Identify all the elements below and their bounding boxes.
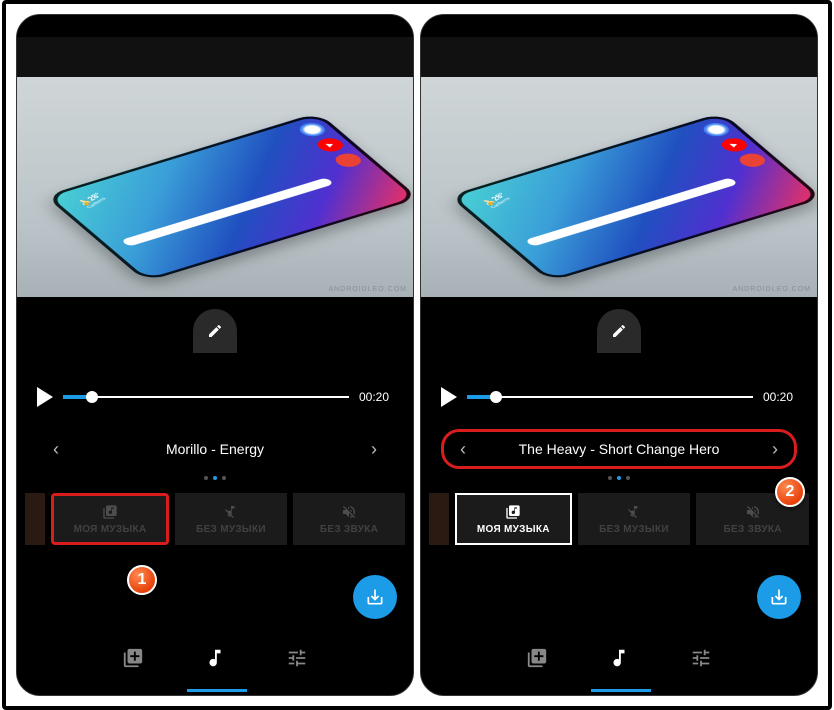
volume-off-icon: [341, 504, 357, 520]
my-music-card[interactable]: МОЯ МУЗЫКА: [455, 493, 572, 545]
tab-adjust[interactable]: [690, 647, 712, 669]
pencil-icon: [611, 323, 627, 339]
tab-music[interactable]: [608, 647, 630, 669]
page-dots: [421, 471, 817, 485]
library-music-icon: [505, 504, 521, 520]
library-music-icon: [102, 504, 118, 520]
music-source-row: МОЯ МУЗЫКА БЕЗ МУЗЫКИ БЕЗ ЗВУКА: [421, 485, 817, 545]
song-title: Morillo - Energy: [166, 441, 264, 457]
song-selector: ‹ Morillo - Energy ›: [37, 429, 393, 469]
card-label: БЕЗ МУЗЫКИ: [196, 524, 266, 535]
comparison-container: 🍌28°Canberra ANDROIDLEO.COM 00:20 ‹ Mori…: [2, 0, 832, 710]
timeline: 00:20: [421, 377, 817, 417]
edit-row: [17, 297, 413, 377]
app-header: [17, 37, 413, 77]
video-preview[interactable]: 🍌28°Canberra ANDROIDLEO.COM: [17, 77, 413, 297]
card-label: МОЯ МУЗЫКА: [477, 524, 550, 535]
callout-badge-1: 1: [127, 565, 157, 595]
song-selector: ‹ The Heavy - Short Change Hero ›: [441, 429, 797, 469]
card-label: МОЯ МУЗЫКА: [74, 524, 147, 535]
next-song-button[interactable]: ›: [760, 439, 790, 460]
callout-badge-2: 2: [775, 477, 805, 507]
tab-adjust[interactable]: [286, 647, 308, 669]
save-fab[interactable]: [757, 575, 801, 619]
timeline: 00:20: [17, 377, 413, 417]
card-edge: [429, 493, 449, 545]
save-icon: [769, 587, 789, 607]
seek-track[interactable]: [63, 396, 349, 398]
status-bar: [17, 15, 413, 37]
edit-row: [421, 297, 817, 377]
save-icon: [365, 587, 385, 607]
no-music-card[interactable]: БЕЗ МУЗЫКИ: [578, 493, 691, 545]
page-dots: [17, 471, 413, 485]
prev-song-button[interactable]: ‹: [41, 439, 71, 460]
play-button[interactable]: [37, 387, 53, 407]
status-bar: [421, 15, 817, 37]
tab-indicator: [421, 689, 817, 695]
seek-thumb[interactable]: [490, 391, 502, 403]
music-off-icon: [223, 504, 239, 520]
phone-right: 🍌28°Canberra ANDROIDLEO.COM 00:20 ‹ The …: [420, 14, 818, 696]
phone-left: 🍌28°Canberra ANDROIDLEO.COM 00:20 ‹ Mori…: [16, 14, 414, 696]
music-source-row: МОЯ МУЗЫКА БЕЗ МУЗЫКИ БЕЗ ЗВУКА: [17, 485, 413, 545]
edit-button[interactable]: [193, 309, 237, 353]
card-edge: [25, 493, 45, 545]
volume-off-icon: [745, 504, 761, 520]
tab-add-clip[interactable]: [526, 647, 548, 669]
pencil-icon: [207, 323, 223, 339]
prev-song-button[interactable]: ‹: [448, 439, 478, 460]
mute-card[interactable]: БЕЗ ЗВУКА: [293, 493, 405, 545]
card-label: БЕЗ МУЗЫКИ: [599, 524, 669, 535]
tab-music[interactable]: [204, 647, 226, 669]
watermark: ANDROIDLEO.COM: [732, 286, 811, 293]
duration-label: 00:20: [359, 390, 389, 404]
bottom-tabs: [421, 627, 817, 695]
tab-add-clip[interactable]: [122, 647, 144, 669]
video-preview[interactable]: 🍌28°Canberra ANDROIDLEO.COM: [421, 77, 817, 297]
music-off-icon: [626, 504, 642, 520]
seek-track[interactable]: [467, 396, 753, 398]
card-label: БЕЗ ЗВУКА: [724, 524, 782, 535]
save-fab[interactable]: [353, 575, 397, 619]
weather-widget: 🍌28°Canberra: [77, 192, 109, 209]
play-button[interactable]: [441, 387, 457, 407]
tab-indicator: [17, 689, 413, 695]
duration-label: 00:20: [763, 390, 793, 404]
card-label: БЕЗ ЗВУКА: [320, 524, 378, 535]
weather-widget: 🍌28°Canberra: [481, 192, 513, 209]
edit-button[interactable]: [597, 309, 641, 353]
song-title: The Heavy - Short Change Hero: [519, 441, 720, 457]
no-music-card[interactable]: БЕЗ МУЗЫКИ: [175, 493, 287, 545]
watermark: ANDROIDLEO.COM: [328, 286, 407, 293]
seek-thumb[interactable]: [86, 391, 98, 403]
app-header: [421, 37, 817, 77]
next-song-button[interactable]: ›: [359, 439, 389, 460]
my-music-card[interactable]: МОЯ МУЗЫКА: [51, 493, 169, 545]
bottom-tabs: [17, 627, 413, 695]
